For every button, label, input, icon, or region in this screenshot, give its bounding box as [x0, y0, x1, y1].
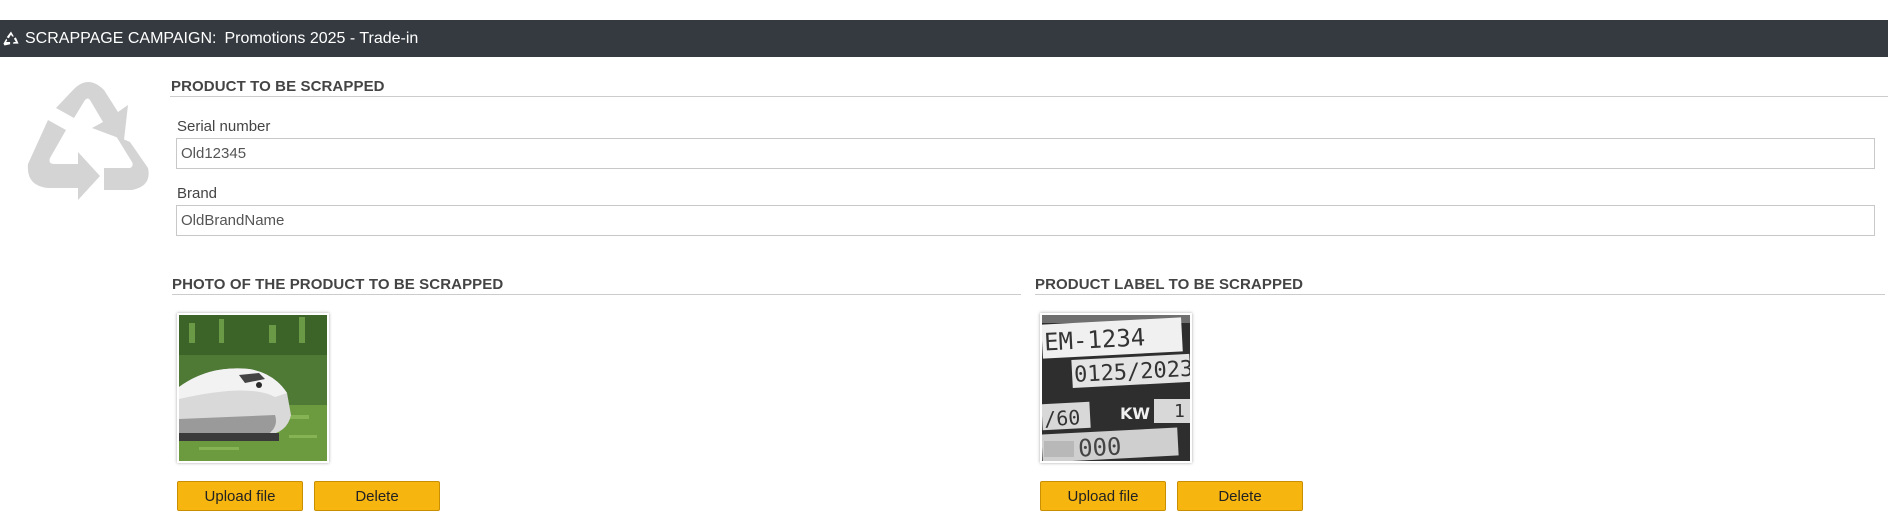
- label-line-3: /60: [1044, 405, 1081, 431]
- label-line-1: EM-1234: [1043, 323, 1145, 356]
- serial-number-input[interactable]: [176, 138, 1875, 169]
- label-section-title: PRODUCT LABEL TO BE SCRAPPED: [1035, 276, 1304, 293]
- campaign-header: SCRAPPAGE CAMPAIGN: Promotions 2025 - Tr…: [0, 20, 1888, 57]
- section-divider: [170, 96, 1888, 97]
- upload-label-button[interactable]: Upload file: [1040, 481, 1166, 511]
- recycle-icon: [2, 30, 20, 48]
- serial-number-label: Serial number: [177, 118, 271, 135]
- header-title-prefix: SCRAPPAGE CAMPAIGN:: [25, 29, 217, 47]
- label-line-4: KW: [1120, 404, 1150, 423]
- brand-label: Brand: [177, 185, 218, 202]
- photo-section-title: PHOTO OF THE PRODUCT TO BE SCRAPPED: [172, 276, 504, 293]
- brand-input[interactable]: [176, 205, 1875, 236]
- product-photo-thumbnail[interactable]: [177, 313, 329, 463]
- product-label-thumbnail[interactable]: EM-1234 0125/2023 /60 KW 1 000: [1040, 313, 1192, 463]
- section-divider: [172, 294, 1021, 295]
- product-section-title: PRODUCT TO BE SCRAPPED: [171, 78, 385, 95]
- upload-photo-button[interactable]: Upload file: [177, 481, 303, 511]
- section-divider: [1035, 294, 1885, 295]
- delete-label-button[interactable]: Delete: [1177, 481, 1303, 511]
- label-line-6: 000: [1077, 432, 1122, 461]
- campaign-name: Promotions 2025 - Trade-in: [224, 29, 419, 47]
- recycle-icon: [18, 72, 158, 207]
- label-line-5: 1: [1174, 401, 1185, 422]
- delete-photo-button[interactable]: Delete: [314, 481, 440, 511]
